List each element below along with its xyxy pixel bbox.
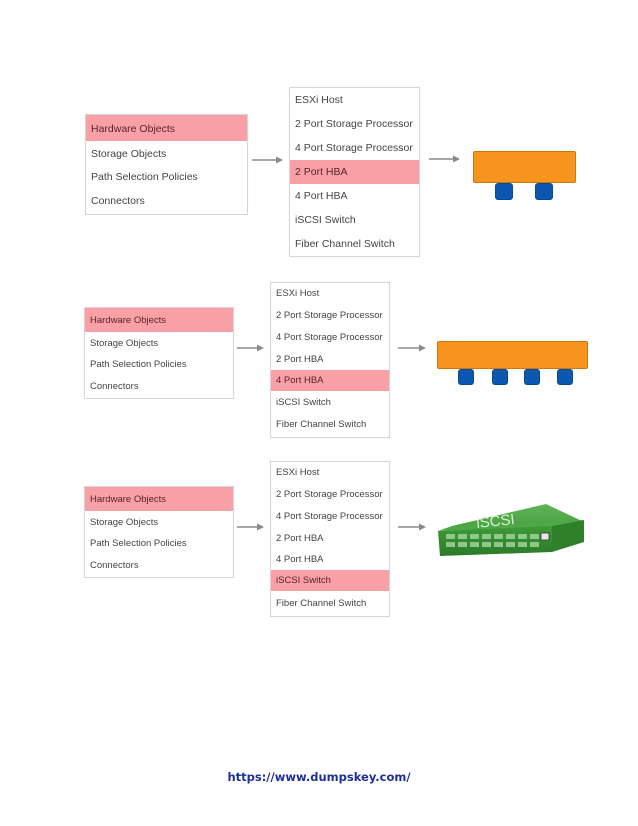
category-item-storage-objects[interactable]: Storage Objects (85, 511, 233, 533)
object-item-2-port-storage-processor[interactable]: 2 Port Storage Processor (290, 112, 419, 136)
arrow-icon (252, 155, 284, 165)
object-list: ESXi Host 2 Port Storage Processor 4 Por… (289, 87, 420, 257)
object-item-esxi-host[interactable]: ESXi Host (290, 88, 419, 112)
object-list: ESXi Host 2 Port Storage Processor 4 Por… (270, 282, 390, 438)
object-item-4-port-storage-processor[interactable]: 4 Port Storage Processor (290, 136, 419, 160)
object-item-esxi-host[interactable]: ESXi Host (271, 462, 389, 484)
hba-port (557, 369, 573, 385)
category-item-hardware-objects[interactable]: Hardware Objects (86, 115, 247, 141)
category-list: Hardware Objects Storage Objects Path Se… (85, 114, 248, 215)
category-list: Hardware Objects Storage Objects Path Se… (84, 307, 234, 399)
hba-port (535, 183, 553, 200)
iscsi-switch-icon: iSCSI (434, 500, 588, 562)
category-item-hardware-objects[interactable]: Hardware Objects (85, 487, 233, 511)
category-item-hardware-objects[interactable]: Hardware Objects (85, 308, 233, 332)
hba-port (492, 369, 508, 385)
category-item-storage-objects[interactable]: Storage Objects (85, 332, 233, 354)
arrow-icon (398, 522, 427, 532)
object-item-2-port-storage-processor[interactable]: 2 Port Storage Processor (271, 305, 389, 327)
object-item-fiber-channel-switch[interactable]: Fiber Channel Switch (271, 414, 389, 436)
category-item-storage-objects[interactable]: Storage Objects (86, 141, 247, 165)
category-item-connectors[interactable]: Connectors (86, 189, 247, 213)
object-item-4-port-storage-processor[interactable]: 4 Port Storage Processor (271, 506, 389, 528)
object-item-iscsi-switch[interactable]: iSCSI Switch (290, 208, 419, 232)
object-item-iscsi-switch[interactable]: iSCSI Switch (271, 570, 389, 591)
object-item-iscsi-switch[interactable]: iSCSI Switch (271, 392, 389, 414)
object-item-fiber-channel-switch[interactable]: Fiber Channel Switch (271, 593, 389, 615)
arrow-icon (429, 154, 461, 164)
object-item-2-port-storage-processor[interactable]: 2 Port Storage Processor (271, 484, 389, 506)
hba-body (473, 151, 576, 183)
category-item-connectors[interactable]: Connectors (85, 555, 233, 577)
object-item-4-port-hba[interactable]: 4 Port HBA (271, 550, 389, 570)
category-item-connectors[interactable]: Connectors (85, 376, 233, 398)
category-list: Hardware Objects Storage Objects Path Se… (84, 486, 234, 578)
object-item-2-port-hba[interactable]: 2 Port HBA (271, 528, 389, 550)
object-item-2-port-hba[interactable]: 2 Port HBA (271, 349, 389, 370)
hba-port (524, 369, 540, 385)
category-item-path-selection-policies[interactable]: Path Selection Policies (85, 533, 233, 555)
footer-url-link[interactable]: https://www.dumpskey.com/ (0, 770, 638, 784)
object-item-4-port-hba[interactable]: 4 Port HBA (271, 370, 389, 391)
category-item-path-selection-policies[interactable]: Path Selection Policies (86, 165, 247, 189)
object-item-fiber-channel-switch[interactable]: Fiber Channel Switch (290, 232, 419, 256)
arrow-icon (237, 343, 265, 353)
hba-port (458, 369, 474, 385)
object-item-4-port-hba[interactable]: 4 Port HBA (290, 184, 419, 208)
category-item-path-selection-policies[interactable]: Path Selection Policies (85, 354, 233, 376)
hba-body (437, 341, 588, 369)
switch-front (438, 526, 552, 556)
hba-port (495, 183, 513, 200)
object-list: ESXi Host 2 Port Storage Processor 4 Por… (270, 461, 390, 617)
object-item-2-port-hba[interactable]: 2 Port HBA (290, 160, 419, 184)
object-item-4-port-storage-processor[interactable]: 4 Port Storage Processor (271, 327, 389, 349)
object-item-esxi-host[interactable]: ESXi Host (271, 283, 389, 305)
arrow-icon (237, 522, 265, 532)
arrow-icon (398, 343, 427, 353)
